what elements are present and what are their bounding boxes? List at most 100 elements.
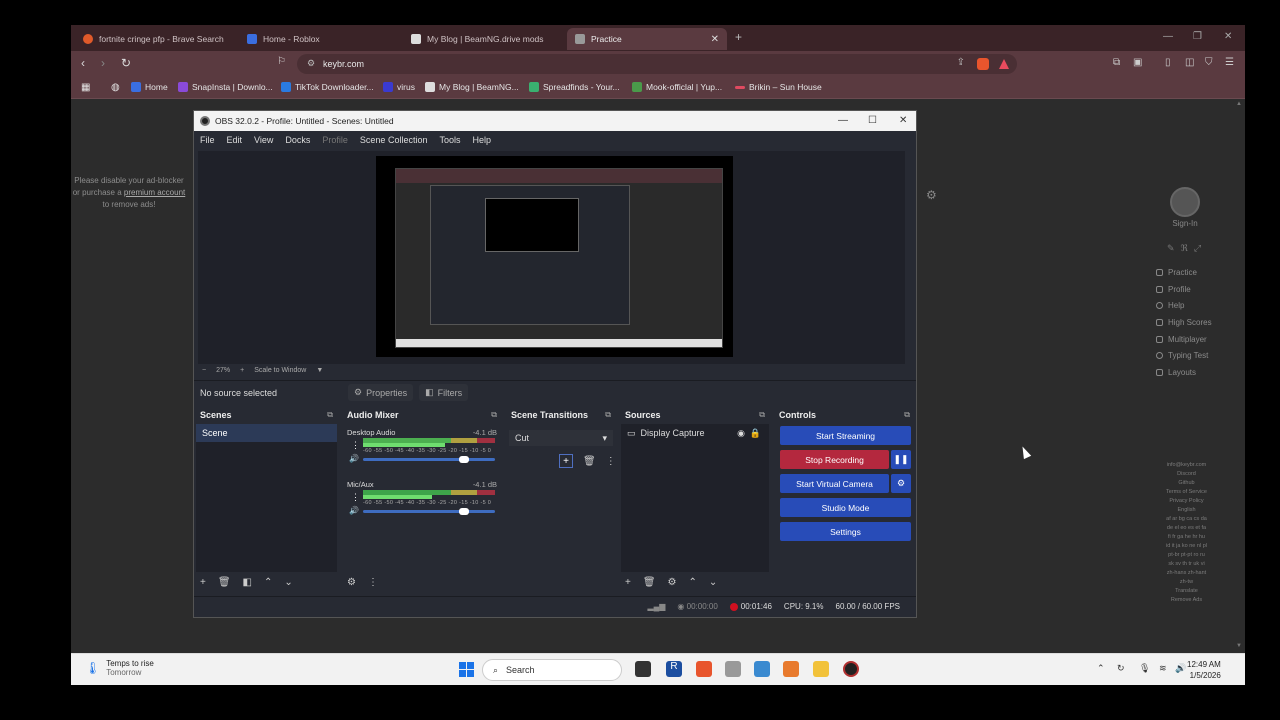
leo-icon[interactable]: ◫ (1185, 57, 1194, 68)
bookmark-mook[interactable]: Mook-officlal | Yup... (632, 82, 722, 92)
menu-docks[interactable]: Docks (285, 135, 310, 145)
mouse-app-icon[interactable] (725, 661, 741, 677)
menu-edit[interactable]: Edit (227, 135, 243, 145)
mixer-menu-icon[interactable]: ⋮ (368, 577, 378, 588)
bookmark-brikin[interactable]: Brikin – Sun House (735, 82, 822, 92)
move-down-icon[interactable]: ⌄ (709, 577, 717, 588)
close-tab-icon[interactable]: ✕ (711, 34, 719, 45)
move-down-icon[interactable]: ⌄ (284, 577, 292, 588)
visibility-eye-icon[interactable]: ◉ (737, 428, 745, 439)
footer-privacy[interactable]: Privacy Policy (1149, 497, 1224, 506)
footer-langs[interactable]: pt-br pt-pt ro ru (1149, 551, 1224, 560)
site-info-icon[interactable]: ⚙ (307, 58, 315, 69)
footer-langs[interactable]: fi fr ga he hr hu (1149, 533, 1224, 542)
add-source-icon[interactable]: + (625, 577, 631, 588)
footer-langs[interactable]: zh-tw (1149, 578, 1224, 587)
add-transition-icon[interactable]: + (559, 454, 573, 468)
bookmark-virus[interactable]: virus (383, 82, 415, 92)
footer-translate[interactable]: Translate (1149, 587, 1224, 596)
scene-item[interactable]: Scene (196, 424, 337, 442)
virtual-camera-settings-icon[interactable]: ⚙ (891, 474, 911, 493)
back-icon[interactable]: ‹ (81, 56, 85, 70)
obs-close-icon[interactable]: ✕ (899, 115, 907, 126)
forward-icon[interactable]: › (101, 56, 105, 70)
menu-practice[interactable]: Practice (1156, 264, 1212, 281)
fullscreen-icon[interactable]: ⤢ (1194, 243, 1207, 253)
file-explorer-icon[interactable] (813, 661, 829, 677)
transition-menu-icon[interactable]: ⋮ (606, 456, 616, 467)
update-icon[interactable]: ↻ (1117, 663, 1125, 674)
brave-browser-icon[interactable] (696, 661, 712, 677)
settings-gear-icon[interactable]: ⚙ (926, 188, 937, 202)
volume-slider[interactable] (363, 456, 495, 463)
menu-typing-test[interactable]: Typing Test (1156, 347, 1212, 364)
bookmark-tiktok[interactable]: TikTok Downloader... (281, 82, 374, 92)
close-window-icon[interactable]: ✕ (1224, 31, 1232, 42)
menu-profile[interactable]: Profile (322, 135, 348, 145)
premium-account-link[interactable]: premium account (124, 188, 185, 197)
sign-in[interactable]: Sign-In (1170, 187, 1200, 228)
translate-icon[interactable]: ✎ (1167, 243, 1181, 253)
start-streaming-button[interactable]: Start Streaming (780, 426, 911, 445)
delete-source-icon[interactable]: 🗑 (643, 577, 656, 588)
obs-minimize-icon[interactable]: — (838, 115, 848, 126)
channel-menu-icon[interactable]: ⋮ (351, 492, 360, 503)
globe-icon[interactable]: ◍ (111, 82, 120, 93)
speaker-icon[interactable]: 🔊 (349, 454, 359, 463)
menu-scene-collection[interactable]: Scene Collection (360, 135, 428, 145)
footer-langs[interactable]: zh-hans zh-hant (1149, 569, 1224, 578)
transition-select[interactable]: Cut ▾ (509, 430, 613, 446)
volume-icon[interactable]: 🔊 (1175, 663, 1186, 674)
address-bar[interactable]: ⚙ keybr.com ⇪ (297, 54, 1017, 74)
undock-icon[interactable]: ⧉ (759, 410, 765, 420)
undock-icon[interactable]: ⧉ (904, 410, 910, 420)
windows-start-icon[interactable] (459, 662, 474, 677)
undock-icon[interactable]: ⧉ (327, 410, 333, 420)
zoom-out-icon[interactable]: − (202, 367, 206, 374)
footer-langs[interactable]: af ar bg ca cs da (1149, 515, 1224, 524)
bookmark-snapinsta[interactable]: SnapInsta | Downlo... (178, 82, 273, 92)
footer-langs[interactable]: sk sv th tr uk vi (1149, 560, 1224, 569)
obs-maximize-icon[interactable]: ☐ (868, 115, 877, 126)
scroll-down-icon[interactable]: ▼ (1236, 643, 1242, 649)
roblox-studio-icon[interactable]: R (666, 661, 682, 677)
clock[interactable]: 12:49 AM 1/5/2026 (1187, 659, 1221, 681)
microphone-icon[interactable]: 🎙 (1139, 663, 1150, 674)
tray-overflow-icon[interactable]: ⌃ (1097, 663, 1105, 674)
lock-icon[interactable]: 🔒 (750, 428, 761, 439)
menu-help[interactable]: Help (1156, 297, 1212, 314)
slider-knob[interactable] (459, 456, 469, 463)
menu-file[interactable]: File (200, 135, 215, 145)
brave-rewards-icon[interactable] (999, 59, 1009, 69)
scene-filters-icon[interactable]: ◧ (243, 577, 252, 588)
brave-shields-icon[interactable] (977, 58, 989, 70)
menu-help[interactable]: Help (472, 135, 491, 145)
tab-roblox[interactable]: Home - Roblox (239, 28, 399, 50)
move-up-icon[interactable]: ⌃ (689, 577, 697, 588)
footer-terms[interactable]: Terms of Service (1149, 488, 1224, 497)
preview-canvas[interactable] (376, 156, 733, 357)
scale-mode[interactable]: Scale to Window (254, 367, 306, 374)
app-icon[interactable] (754, 661, 770, 677)
menu-multiplayer[interactable]: Multiplayer (1156, 331, 1212, 348)
filters-button[interactable]: ◧ Filters (419, 384, 469, 401)
tab-practice[interactable]: Practice ✕ (567, 28, 727, 50)
tab-blog[interactable]: My Blog | BeamNG.drive mods (403, 28, 563, 50)
bookmark-home[interactable]: Home (131, 82, 168, 92)
add-scene-icon[interactable]: + (200, 577, 206, 588)
pause-recording-icon[interactable]: ❚❚ (891, 450, 911, 469)
reload-icon[interactable]: ↻ (121, 56, 131, 70)
obs-taskbar-icon[interactable] (843, 661, 859, 677)
wallet-icon[interactable]: ▣ (1133, 57, 1142, 68)
menu-high-scores[interactable]: High Scores (1156, 314, 1212, 331)
restore-icon[interactable]: ❐ (1193, 31, 1202, 42)
task-view-icon[interactable] (635, 661, 651, 677)
sidebar-icon[interactable]: ▯ (1165, 57, 1171, 68)
bookmark-blog[interactable]: My Blog | BeamNG... (425, 82, 519, 92)
menu-profile[interactable]: Profile (1156, 281, 1212, 298)
footer-language[interactable]: English (1149, 506, 1224, 515)
menu-tools[interactable]: Tools (439, 135, 460, 145)
studio-mode-button[interactable]: Studio Mode (780, 498, 911, 517)
mixer-settings-icon[interactable]: ⚙ (347, 577, 356, 588)
wifi-icon[interactable]: ≋ (1159, 663, 1167, 674)
